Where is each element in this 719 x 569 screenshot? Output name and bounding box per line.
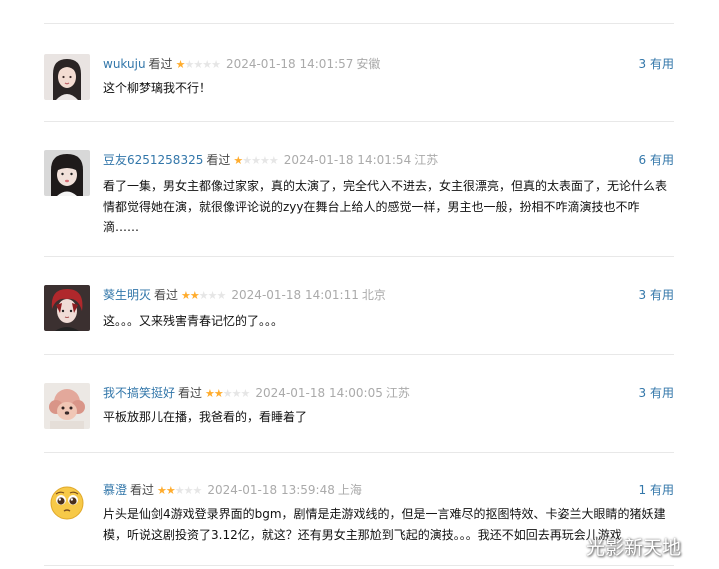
star-empty-icon: ★ xyxy=(216,289,227,302)
avatar-boy-red-hair-icon[interactable] xyxy=(44,285,90,331)
star-filled-icon: ★ xyxy=(213,387,224,400)
star-empty-icon: ★ xyxy=(251,154,261,167)
star-empty-icon: ★ xyxy=(183,484,194,497)
rating-stars: ★★★★★ xyxy=(176,55,221,75)
comment-meta: 豆友6251258325 看过 ★★★★★ 2024-01-18 14:01:54 江苏 xyxy=(103,150,438,170)
divider xyxy=(44,565,674,566)
star-filled-icon: ★ xyxy=(181,289,191,302)
star-filled-icon: ★ xyxy=(165,484,176,497)
comment-time: 2024-01-18 14:01:11 xyxy=(231,288,359,302)
avatar-pleading-emoji-icon[interactable] xyxy=(44,480,90,526)
rating-stars: ★★★★★ xyxy=(233,151,279,171)
watch-status: 看过 xyxy=(154,288,179,302)
star-filled-icon: ★ xyxy=(189,289,200,302)
star-empty-icon: ★ xyxy=(193,58,203,71)
comment-time: 2024-01-18 13:59:48 xyxy=(207,483,335,497)
star-empty-icon: ★ xyxy=(240,387,251,400)
comment-time: 2024-01-18 14:00:05 xyxy=(255,386,383,400)
watch-status: 看过 xyxy=(206,153,231,167)
comment-username-link[interactable]: 葵生明灭 xyxy=(103,288,151,302)
comment-location: 北京 xyxy=(361,288,386,302)
star-filled-icon: ★ xyxy=(233,154,243,167)
comment-meta: 我不搞笑挺好 看过 ★★★★★ 2024-01-18 14:00:05 江苏 xyxy=(103,383,410,403)
useful-vote-button[interactable]: 6 有用 xyxy=(639,150,674,170)
watch-status: 看过 xyxy=(178,386,203,400)
watch-status: 看过 xyxy=(148,57,173,71)
star-filled-icon: ★ xyxy=(205,387,215,400)
star-empty-icon: ★ xyxy=(198,289,209,302)
star-empty-icon: ★ xyxy=(260,154,270,167)
watch-status: 看过 xyxy=(130,483,155,497)
star-empty-icon: ★ xyxy=(184,58,194,71)
divider xyxy=(44,452,674,453)
useful-vote-button[interactable]: 1 有用 xyxy=(639,480,674,500)
star-filled-icon: ★ xyxy=(157,484,167,497)
comment-text: 这个柳梦璃我不行！ xyxy=(103,81,212,95)
useful-vote-button[interactable]: 3 有用 xyxy=(639,54,674,74)
divider xyxy=(44,23,674,24)
star-empty-icon: ★ xyxy=(242,154,252,167)
comment-username-link[interactable]: 豆友6251258325 xyxy=(103,153,203,167)
comment-location: 江苏 xyxy=(414,153,439,167)
comment-location: 上海 xyxy=(337,483,362,497)
star-empty-icon: ★ xyxy=(202,58,212,71)
rating-stars: ★★★★★ xyxy=(157,481,203,501)
watermark-text: 光影新天地 xyxy=(586,537,682,559)
star-empty-icon: ★ xyxy=(211,58,221,71)
divider xyxy=(44,256,674,257)
divider xyxy=(44,121,674,122)
avatar-girl-dark-hair-icon[interactable] xyxy=(44,54,90,100)
comment-username-link[interactable]: 慕澄 xyxy=(103,483,127,497)
comment-meta: wukuju 看过 ★★★★★ 2024-01-18 14:01:57 安徽 xyxy=(103,54,380,74)
star-empty-icon: ★ xyxy=(231,387,242,400)
comment-time: 2024-01-18 14:01:57 xyxy=(225,57,354,71)
rating-stars: ★★★★★ xyxy=(181,286,227,306)
comment-meta: 慕澄 看过 ★★★★★ 2024-01-18 13:59:48 上海 xyxy=(103,480,362,500)
avatar-pink-dog-icon[interactable] xyxy=(44,383,90,429)
avatar-girl-bangs-icon[interactable] xyxy=(44,150,90,196)
rating-stars: ★★★★★ xyxy=(205,384,251,404)
comment-text: 平板放那儿在播，我爸看的，看睡着了 xyxy=(103,410,308,424)
comment-meta: 葵生明灭 看过 ★★★★★ 2024-01-18 14:01:11 北京 xyxy=(103,285,386,305)
comment-text: 看了一集，男女主都像过家家，真的太演了，完全代入不进去，女主很漂亮，但真的太表面… xyxy=(103,179,668,234)
star-empty-icon: ★ xyxy=(268,154,279,167)
comment-location: 江苏 xyxy=(385,386,410,400)
useful-vote-button[interactable]: 3 有用 xyxy=(639,383,674,403)
comment-location: 安徽 xyxy=(356,57,381,71)
comment-text: 这。。。又来残害青春记忆的了。。。 xyxy=(103,314,284,328)
star-empty-icon: ★ xyxy=(192,484,203,497)
star-empty-icon: ★ xyxy=(207,289,218,302)
comment-time: 2024-01-18 14:01:54 xyxy=(283,153,412,167)
star-empty-icon: ★ xyxy=(222,387,233,400)
comment-username-link[interactable]: 我不搞笑挺好 xyxy=(103,386,175,400)
divider xyxy=(44,354,674,355)
star-empty-icon: ★ xyxy=(174,484,185,497)
useful-vote-button[interactable]: 3 有用 xyxy=(639,285,674,305)
comment-username-link[interactable]: wukuju xyxy=(103,57,146,71)
